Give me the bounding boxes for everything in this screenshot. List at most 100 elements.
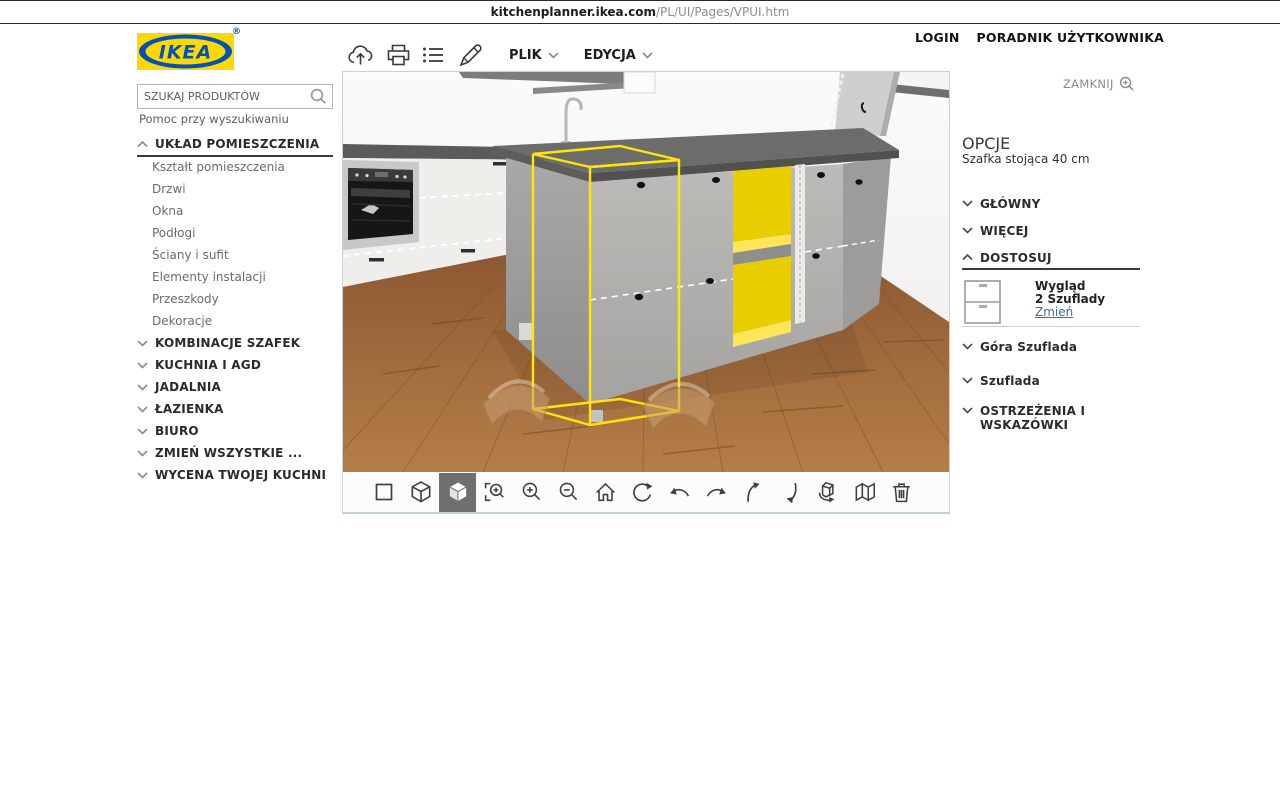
chevron-up-icon [137, 141, 148, 148]
search-input[interactable] [138, 86, 310, 107]
close-label: ZAMKNIJ [1063, 77, 1114, 91]
sidebar-section-label: ZMIEŃ WSZYSTKIE ... [155, 446, 302, 460]
sidebar-section-label: UKŁAD POMIESZCZENIA [155, 137, 319, 151]
sidebar-section-uklad-pomieszczenia[interactable]: UKŁAD POMIESZCZENIA [137, 137, 319, 151]
sidebar-section-kuchnia-i-agd[interactable]: KUCHNIA I AGD [137, 358, 261, 372]
sidebar-section-jadalnia[interactable]: JADALNIA [137, 380, 221, 394]
options-section-label: Szuflada [980, 374, 1040, 388]
sidebar-section-biuro[interactable]: BIURO [137, 424, 199, 438]
edit-pencil-button[interactable] [456, 41, 484, 69]
user-guide-link[interactable]: PORADNIK UŻYTKOWNIKA [977, 30, 1164, 45]
wall-oven[interactable] [343, 160, 419, 250]
sidebar-item-ksztalt-pomieszczenia[interactable]: Kształt pomieszczenia [152, 160, 285, 174]
sidebar-item-podlogi[interactable]: Podłogi [152, 226, 195, 240]
chevron-down-icon [642, 52, 653, 59]
plan-view-button[interactable] [365, 473, 402, 512]
options-section-dostosuj[interactable]: DOSTOSUJ [962, 251, 1052, 265]
sidebar-section-kombinacje-szafek[interactable]: KOMBINACJE SZAFEK [137, 336, 300, 350]
undo-button[interactable] [661, 473, 698, 512]
edit-menu[interactable]: EDYCJA [584, 48, 653, 63]
cloud-upload-icon [346, 42, 375, 68]
browser-url-bar[interactable]: kitchenplanner.ikea.com/PL/UI/Pages/VPUI… [0, 0, 1280, 24]
change-appearance-link[interactable]: Zmień [1035, 305, 1073, 319]
product-search[interactable] [137, 84, 333, 109]
tilt-down-button[interactable] [772, 473, 809, 512]
registered-mark: ® [232, 27, 241, 37]
open-walls-button[interactable] [846, 473, 883, 512]
rotate-object-button[interactable] [809, 473, 846, 512]
selected-item-name: Szafka stojąca 40 cm [962, 152, 1090, 166]
search-icon[interactable] [310, 88, 327, 105]
sidebar-section-zmien-wszystkie[interactable]: ZMIEŃ WSZYSTKIE ... [137, 446, 302, 460]
printer-icon [386, 43, 411, 67]
chevron-down-icon [137, 406, 148, 413]
sidebar-item-przeszkody[interactable]: Przeszkody [152, 292, 219, 306]
sidebar-section-lazienka[interactable]: ŁAZIENKA [137, 402, 224, 416]
wireframe-3d-view-button[interactable] [402, 473, 439, 512]
sidebar-section-label: JADALNIA [155, 380, 221, 394]
sidebar-section-wycena-twojej-kuchni[interactable]: WYCENA TWOJEJ KUCHNI [137, 468, 326, 482]
section-divider [962, 268, 1140, 270]
file-menu-label: PLIK [509, 48, 542, 63]
item-list-button[interactable] [422, 45, 445, 65]
planner-viewport [342, 71, 950, 514]
appearance-thumbnail [962, 279, 1004, 325]
delete-button[interactable] [883, 473, 920, 512]
login-link[interactable]: LOGIN [915, 30, 960, 45]
zoom-plus-icon [1119, 76, 1135, 92]
options-section-label: WIĘCEJ [980, 224, 1029, 238]
options-section-label: Góra Szuflada [980, 340, 1077, 354]
chevron-down-icon [962, 407, 973, 414]
options-section-glowny[interactable]: GŁÓWNY [962, 197, 1041, 211]
sidebar-item-dekoracje[interactable]: Dekoracje [152, 314, 212, 328]
search-help-link[interactable]: Pomoc przy wyszukiwaniu [139, 112, 289, 126]
orbit-button[interactable] [624, 473, 661, 512]
chevron-down-icon [137, 362, 148, 369]
close-options-button[interactable]: ZAMKNIJ [1063, 76, 1135, 92]
chevron-down-icon [962, 377, 973, 384]
ikea-logo-icon: IKEA [137, 33, 234, 70]
print-button[interactable] [386, 43, 411, 67]
chevron-down-icon [137, 384, 148, 391]
sidebar-item-okna[interactable]: Okna [152, 204, 183, 218]
options-section-ostrzezenia[interactable]: OSTRZEŻENIA I WSKAZÓWKI [962, 404, 1100, 432]
view-toolbar [343, 472, 949, 513]
options-section-label: GŁÓWNY [980, 197, 1041, 211]
chevron-up-icon [962, 254, 973, 261]
kitchen-3d-view[interactable] [343, 72, 949, 472]
sidebar-section-label: ŁAZIENKA [155, 402, 224, 416]
save-to-cloud-button[interactable] [346, 42, 375, 68]
divider [962, 326, 1140, 327]
file-menu[interactable]: PLIK [509, 48, 559, 63]
sidebar-item-drzwi[interactable]: Drzwi [152, 182, 186, 196]
chevron-down-icon [137, 428, 148, 435]
url-domain: kitchenplanner.ikea.com [491, 5, 656, 19]
options-section-gora-szuflada[interactable]: Góra Szuflada [962, 340, 1077, 354]
zoom-region-button[interactable] [476, 473, 513, 512]
chevron-down-icon [137, 472, 148, 479]
pencil-icon [456, 41, 484, 69]
edit-menu-label: EDYCJA [584, 48, 636, 63]
open-cabinet-shelves[interactable] [733, 166, 791, 347]
sidebar-item-elementy-instalacji[interactable]: Elementy instalacji [152, 270, 266, 284]
item-list-icon [422, 45, 445, 65]
section-divider [137, 155, 333, 157]
options-section-szuflada[interactable]: Szuflada [962, 374, 1040, 388]
chevron-down-icon [962, 227, 973, 234]
options-panel-title: OPCJE [962, 134, 1010, 153]
svg-text:IKEA: IKEA [159, 42, 212, 64]
zoom-out-button[interactable] [550, 473, 587, 512]
options-section-label: OSTRZEŻENIA I WSKAZÓWKI [980, 404, 1100, 432]
cabinet-leg [519, 323, 534, 340]
tilt-up-button[interactable] [735, 473, 772, 512]
url-path: /PL/UI/Pages/VPUI.htm [656, 5, 789, 19]
solid-3d-view-button[interactable] [439, 473, 476, 512]
chevron-down-icon [962, 200, 973, 207]
options-section-wiecej[interactable]: WIĘCEJ [962, 224, 1029, 238]
redo-button[interactable] [698, 473, 735, 512]
home-view-button[interactable] [587, 473, 624, 512]
sidebar-item-sciany-i-sufit[interactable]: Ściany i sufit [152, 248, 229, 262]
chevron-down-icon [137, 340, 148, 347]
ikea-logo[interactable]: IKEA ® [137, 33, 234, 70]
zoom-in-button[interactable] [513, 473, 550, 512]
